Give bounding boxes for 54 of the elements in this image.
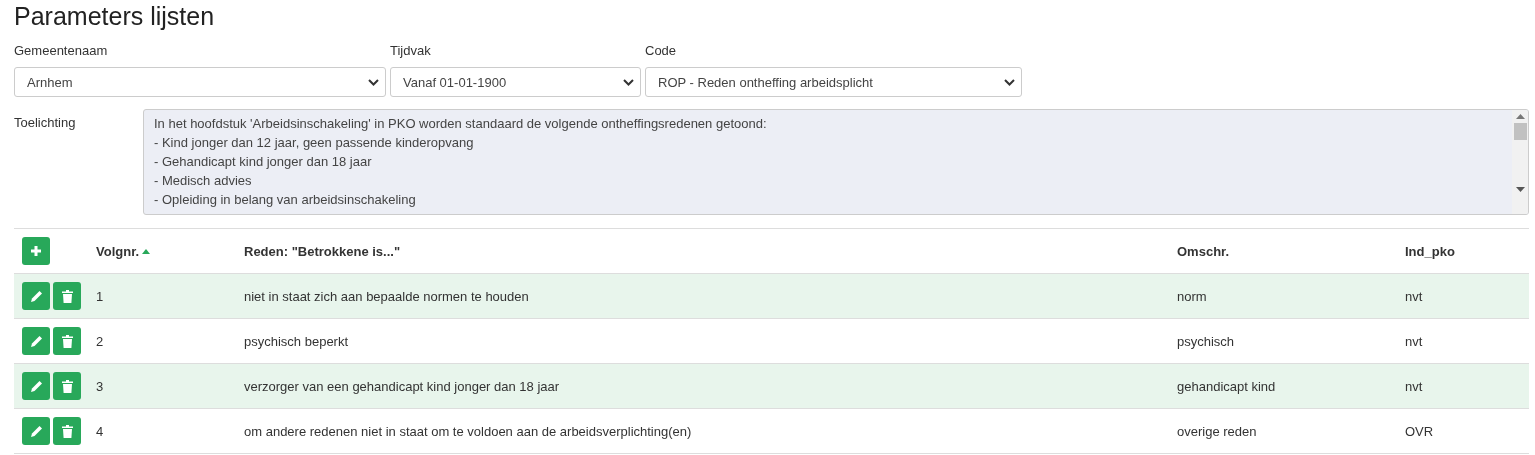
table-cell: verzorger van een gehandicapt kind jonger dan 18 jaar <box>244 378 560 394</box>
table-cell: psychisch <box>1177 333 1235 349</box>
chevron-down-icon <box>1004 78 1015 86</box>
scrollbar[interactable] <box>1512 110 1528 214</box>
pencil-icon <box>29 289 43 303</box>
table-cell: 1 <box>96 288 104 304</box>
scrollbar-thumb[interactable] <box>1513 123 1527 140</box>
edit-button[interactable] <box>22 282 50 310</box>
pencil-icon <box>29 379 43 393</box>
scroll-down-icon[interactable] <box>1515 187 1525 192</box>
field-label: Tijdvak <box>390 43 431 59</box>
table-cell: 3 <box>96 378 104 394</box>
table-cell: niet in staat zich aan bepaalde normen te houden <box>244 288 529 304</box>
page-title: Parameters lijsten <box>14 1 216 31</box>
trash-icon <box>61 424 73 438</box>
plus-icon <box>30 245 42 257</box>
add-button[interactable] <box>22 237 50 265</box>
edit-button[interactable] <box>22 417 50 445</box>
table-cell: gehandicapt kind <box>1177 378 1276 394</box>
trash-icon <box>61 289 73 303</box>
field-label: Gemeentenaam <box>14 43 108 59</box>
delete-button[interactable] <box>53 372 81 400</box>
column-header[interactable]: Volgnr. <box>96 243 140 259</box>
column-header[interactable]: Ind_pko <box>1405 243 1455 259</box>
table-cell: OVR <box>1405 423 1434 439</box>
scroll-up-icon[interactable] <box>1515 114 1525 119</box>
trash-icon <box>61 334 73 348</box>
chevron-down-icon <box>623 78 634 86</box>
pencil-icon <box>29 334 43 348</box>
column-header[interactable]: Reden: "Betrokkene is..." <box>244 243 401 259</box>
table-cell: nvt <box>1405 288 1423 304</box>
trash-icon <box>61 379 73 393</box>
table-cell: 4 <box>96 423 104 439</box>
table-cell: overige reden <box>1177 423 1257 439</box>
table-cell: om andere redenen niet in staat om te voldoen aan de arbeidsverplichting(en) <box>244 423 692 439</box>
text-area[interactable]: In het hoofdstuk 'Arbeidsinschakeling' in PKO worden standaard de volgende ontheffingsredenen getoond: - Kind jonger dan 12 jaar, geen passende kinderopvang - Gehandicapt kind jonger dan 18 jaar - Medisch advies - Opleiding in belang van arbeidsinschakeling <box>143 109 1529 215</box>
column-header[interactable]: Omschr. <box>1177 243 1230 259</box>
table-cell: norm <box>1177 288 1207 304</box>
dropdown[interactable]: ROP - Reden ontheffing arbeidsplicht <box>645 67 1022 97</box>
field-label: Code <box>645 43 677 59</box>
table-cell: psychisch beperkt <box>244 333 349 349</box>
delete-button[interactable] <box>53 327 81 355</box>
chevron-down-icon <box>368 78 379 86</box>
dropdown[interactable]: Arnhem <box>14 67 386 97</box>
field-label: Toelichting <box>14 114 77 131</box>
edit-button[interactable] <box>22 327 50 355</box>
delete-button[interactable] <box>53 282 81 310</box>
delete-button[interactable] <box>53 417 81 445</box>
table-cell: 2 <box>96 333 104 349</box>
table-cell: nvt <box>1405 333 1423 349</box>
table-cell: nvt <box>1405 378 1423 394</box>
pencil-icon <box>29 424 43 438</box>
edit-button[interactable] <box>22 372 50 400</box>
dropdown[interactable]: Vanaf 01-01-1900 <box>390 67 641 97</box>
